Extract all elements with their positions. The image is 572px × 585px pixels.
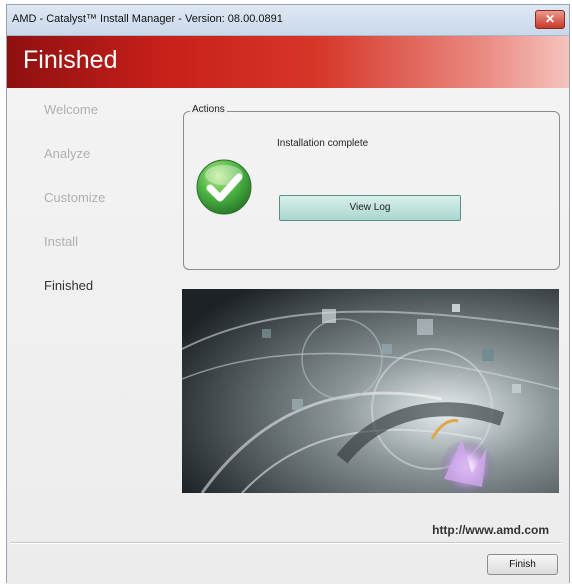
step-install: Install <box>44 234 78 249</box>
actions-groupbox: Actions Installation complete View Log <box>183 104 560 270</box>
actions-legend: Actions <box>190 104 227 115</box>
close-button[interactable]: ✕ <box>535 10 565 29</box>
window-title: AMD - Catalyst™ Install Manager - Versio… <box>12 13 283 25</box>
page-title: Finished <box>23 46 118 74</box>
title-bar[interactable]: AMD - Catalyst™ Install Manager - Versio… <box>7 5 569 36</box>
step-welcome: Welcome <box>44 102 98 117</box>
close-icon: ✕ <box>544 12 556 26</box>
step-analyze: Analyze <box>44 146 91 161</box>
main-content: Welcome Analyze Customize Install Finish… <box>7 88 569 584</box>
decorative-artwork-image <box>182 289 559 493</box>
checkmark-icon <box>196 159 252 215</box>
amd-website-link[interactable]: http://www.amd.com <box>432 523 549 537</box>
finish-button[interactable]: Finish <box>487 554 558 575</box>
status-message: Installation complete <box>277 138 369 149</box>
header-banner: Finished <box>7 36 569 88</box>
step-finished: Finished <box>44 278 94 293</box>
step-customize: Customize <box>44 190 106 205</box>
installer-window: AMD - Catalyst™ Install Manager - Versio… <box>6 4 570 584</box>
footer-divider <box>10 542 561 544</box>
view-log-button[interactable]: View Log <box>279 195 461 221</box>
